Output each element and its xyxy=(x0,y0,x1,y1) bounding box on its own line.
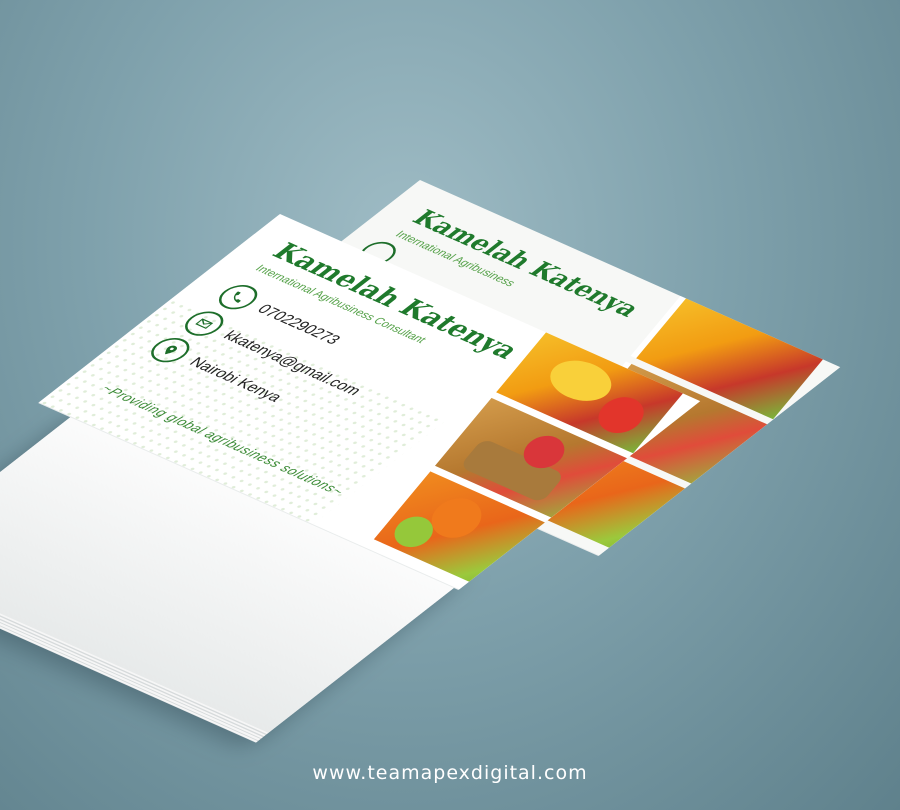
orange-shape xyxy=(421,491,492,545)
card-stack-edges xyxy=(0,561,269,743)
mockup-scene: Kamelah Katenya International Agribusine… xyxy=(0,0,900,810)
website-footer: www.teamapexdigital.com xyxy=(312,762,588,784)
